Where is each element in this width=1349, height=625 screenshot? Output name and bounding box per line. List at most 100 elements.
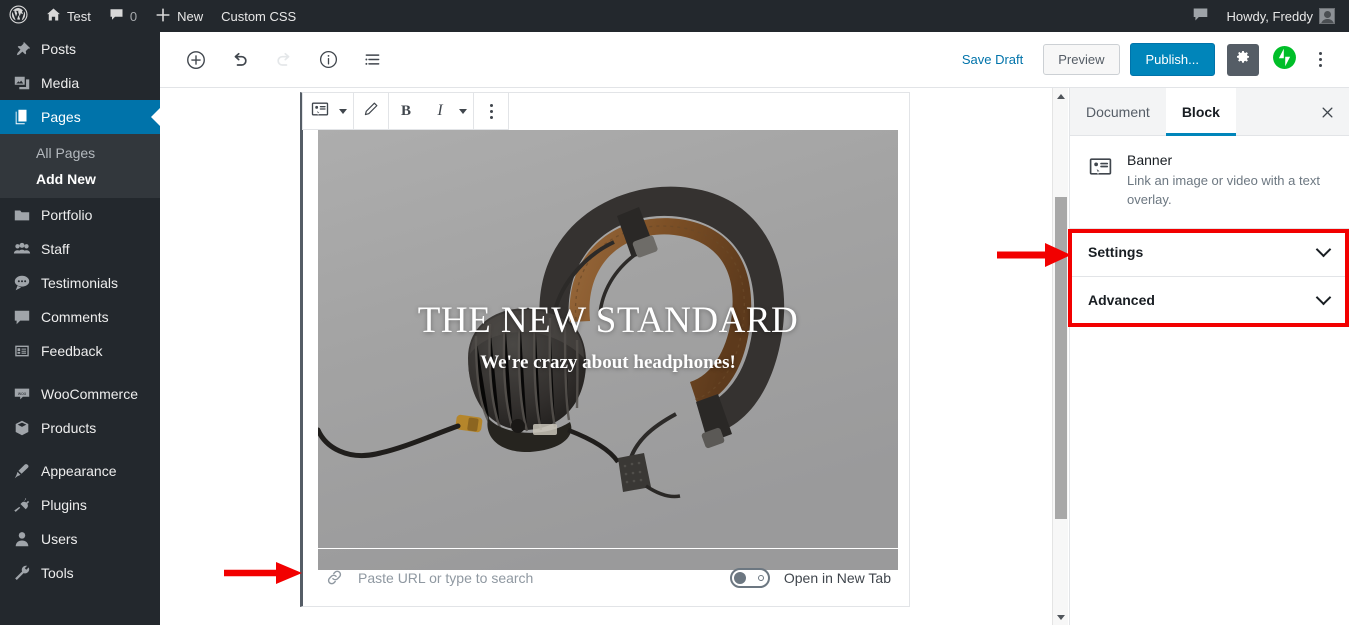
block-navigation-button[interactable] [354,42,390,78]
admin-bar-new-content[interactable]: New [146,0,212,32]
edit-group [354,93,389,129]
save-draft-button[interactable]: Save Draft [952,46,1033,73]
gear-icon [1234,48,1252,71]
block-type-group [303,93,354,129]
block-description: Link an image or video with a text overl… [1127,173,1320,207]
bold-button[interactable]: B [389,93,423,129]
sidebar-item-posts[interactable]: Posts [0,32,160,66]
settings-sidebar-toggle[interactable] [1227,43,1259,76]
content-info-button[interactable] [310,42,346,78]
admin-bar-custom-css[interactable]: Custom CSS [212,0,305,32]
staff-icon [12,239,32,259]
admin-bar-site-label: Test [67,8,91,24]
panel-settings[interactable]: Settings [1070,229,1349,277]
italic-button[interactable]: I [423,93,457,129]
sidebar-item-appearance[interactable]: Appearance [0,454,160,488]
sidebar-item-media[interactable]: Media [0,66,160,100]
banner-overlay-text[interactable]: THE NEW STANDARD We're crazy about headp… [318,301,898,374]
panel-advanced[interactable]: Advanced [1070,277,1349,325]
banner-subheading[interactable]: We're crazy about headphones! [318,352,898,374]
comment-bubble-icon [1192,6,1209,26]
link-icon [325,568,344,587]
admin-bar-custom-css-label: Custom CSS [221,8,297,24]
block-type-button[interactable] [303,93,337,129]
url-input[interactable] [358,569,730,586]
block-title: Banner [1127,152,1173,168]
sidebar-item-comments[interactable]: Comments [0,300,160,334]
close-sidebar-button[interactable] [1313,98,1341,126]
sidebar-item-pages[interactable]: Pages [0,100,160,134]
admin-bar-account[interactable]: Howdy, Freddy [1218,0,1349,32]
block-options-button[interactable] [474,93,508,129]
sidebar-item-woocommerce[interactable]: woo WooCommerce [0,377,160,411]
add-block-button[interactable] [178,42,214,78]
scroll-up-arrow-icon[interactable] [1053,88,1069,104]
admin-bar-howdy-label: Howdy, Freddy [1226,8,1313,24]
plugins-icon [12,495,32,515]
sidebar-item-feedback[interactable]: Feedback [0,334,160,368]
sidebar-item-label: Staff [41,241,70,257]
tools-icon [12,563,32,583]
more-formats-button[interactable] [457,93,473,129]
avatar [1319,8,1335,24]
sidebar-item-label: Media [41,75,80,91]
tab-block[interactable]: Block [1165,87,1236,136]
sidebar-item-label: WooCommerce [41,386,138,402]
inspector-tabs: Document Block [1070,87,1349,136]
sidebar-item-label: Portfolio [41,207,93,223]
chevron-down-icon [1315,241,1332,258]
block-options-group [474,93,508,129]
scroll-down-arrow-icon[interactable] [1053,609,1069,625]
sidebar-item-portfolio[interactable]: Portfolio [0,198,160,232]
jetpack-icon [1272,45,1297,75]
sidebar-item-users[interactable]: Users [0,522,160,556]
panel-advanced-label: Advanced [1088,292,1155,309]
testimonials-icon [12,273,32,293]
edit-image-button[interactable] [354,93,388,129]
sidebar-item-tools[interactable]: Tools [0,556,160,590]
admin-bar-comment-count: 0 [129,8,138,24]
chevron-down-icon [339,108,347,114]
sidebar-item-products[interactable]: Products [0,411,160,445]
sidebar-item-all-pages[interactable]: All Pages [0,140,160,166]
kebab-menu-icon [489,103,493,119]
sidebar-separator [0,445,160,454]
banner-heading[interactable]: THE NEW STANDARD [318,301,898,341]
canvas-scrollbar[interactable] [1052,88,1068,625]
sidebar-item-label: Appearance [41,463,117,479]
inspector-sidebar: Document Block Banner Link an image or v… [1069,87,1349,625]
publish-button[interactable]: Publish... [1129,43,1215,76]
sidebar-item-label: Posts [41,41,77,57]
pages-icon [12,107,32,127]
admin-sidebar-menu: Posts Media Pages All Pages Add New Port… [0,32,160,625]
sidebar-item-plugins[interactable]: Plugins [0,488,160,522]
admin-bar-notifications[interactable] [1183,0,1218,32]
tab-document[interactable]: Document [1070,88,1166,136]
banner-preview[interactable]: THE NEW STANDARD We're crazy about headp… [318,130,898,570]
more-tools-options-button[interactable] [1305,42,1335,78]
sidebar-item-label: Comments [41,309,109,325]
sidebar-item-add-new[interactable]: Add New [0,166,160,192]
sidebar-item-label: Plugins [41,497,87,513]
wordpress-logo-button[interactable] [0,0,37,32]
kebab-menu-icon [1318,58,1322,61]
sidebar-item-label: Tools [41,565,74,581]
admin-bar-site-name[interactable]: Test [37,0,100,32]
sidebar-item-testimonials[interactable]: Testimonials [0,266,160,300]
scrollbar-thumb[interactable] [1055,197,1067,519]
text-format-group: B I [389,93,474,129]
redo-button[interactable] [266,42,302,78]
toggle-off-indicator-icon [757,574,764,581]
jetpack-button[interactable] [1271,45,1297,75]
undo-button[interactable] [222,42,258,78]
admin-bar-comments[interactable]: 0 [100,0,146,32]
toggle-knob [733,571,746,584]
banner-block[interactable]: B I THE NEW STANDARD We're crazy about h… [300,92,910,607]
editor-header-toolbar: Save Draft Preview Publish... [160,32,1349,88]
pencil-icon [362,100,380,122]
sidebar-item-staff[interactable]: Staff [0,232,160,266]
block-type-dropdown-button[interactable] [337,93,353,129]
open-in-new-tab-toggle[interactable] [729,567,770,588]
preview-button[interactable]: Preview [1043,44,1120,75]
appearance-icon [12,461,32,481]
